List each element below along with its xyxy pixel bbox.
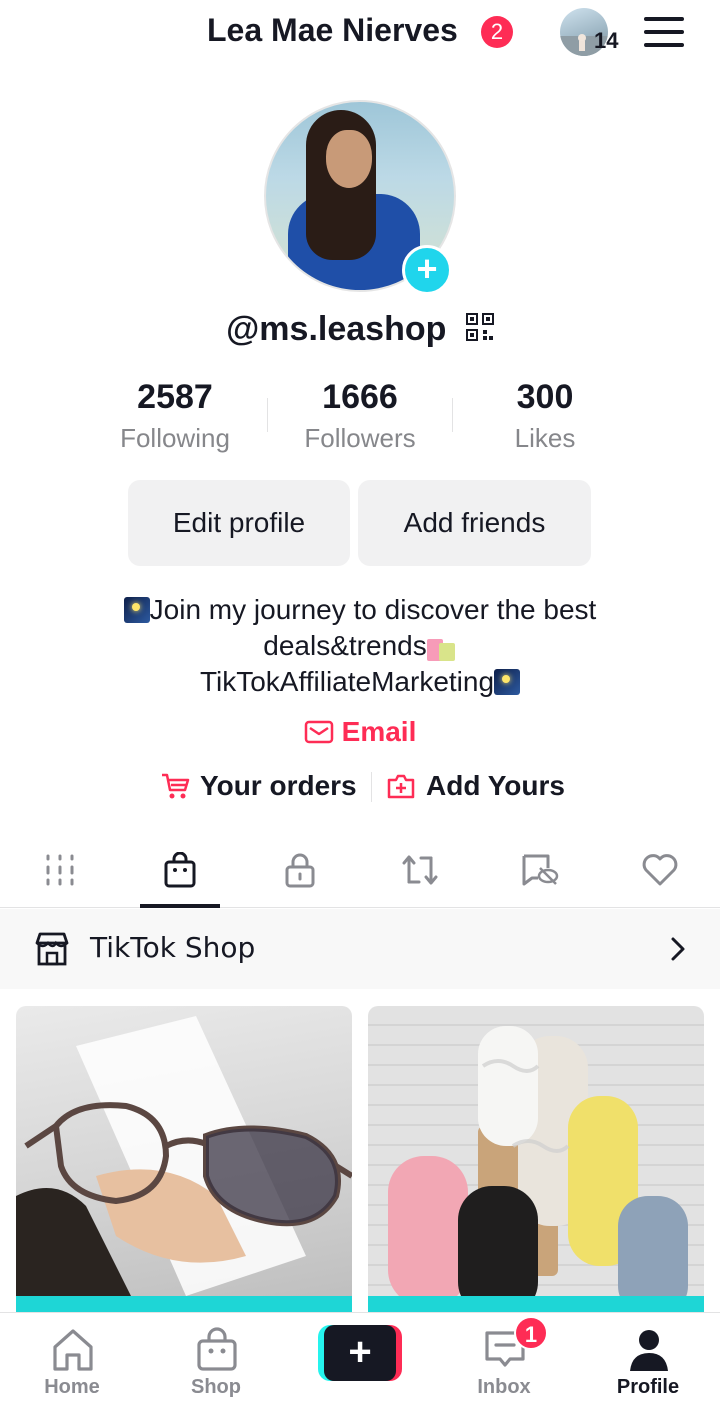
add-yours-link[interactable]: Add Yours <box>386 770 565 802</box>
cart-icon <box>162 773 190 799</box>
likes-label: Likes <box>514 423 576 453</box>
followers-count: 1666 <box>322 378 398 416</box>
email-label: Email <box>341 716 417 747</box>
mail-icon <box>304 720 333 744</box>
product-card-bar <box>16 1296 352 1312</box>
edit-profile-button[interactable]: Edit profile <box>128 480 350 566</box>
repost-icon <box>402 855 438 885</box>
account-notification-badge: 2 <box>481 16 513 48</box>
followers-stat[interactable]: 1666 Followers <box>270 378 450 454</box>
sandals-image <box>388 1026 688 1312</box>
profile-name-title[interactable]: Lea Mae Nierves <box>207 12 458 49</box>
email-link[interactable]: Email <box>0 716 720 748</box>
lock-icon <box>285 853 315 888</box>
your-orders-link[interactable]: Your orders <box>160 770 357 802</box>
tiktok-shop-label: TikTok Shop <box>90 931 256 964</box>
shopping-bag-icon <box>164 852 196 888</box>
following-label: Following <box>120 423 230 453</box>
storefront-icon <box>35 932 69 966</box>
shop-icon <box>197 1327 237 1371</box>
grid-icon <box>46 854 74 886</box>
home-icon <box>53 1329 93 1371</box>
orders-divider <box>371 772 372 802</box>
bio-line-3: TikTokAffiliateMarketing <box>199 666 495 697</box>
username-row: @ms.leashop <box>0 308 720 349</box>
qr-code-icon[interactable] <box>465 313 494 342</box>
shopping-bags-emoji-icon <box>426 633 457 661</box>
likes-stat[interactable]: 300 Likes <box>455 378 635 454</box>
tab-videos[interactable] <box>20 832 100 908</box>
add-photo-plus-icon[interactable]: + <box>402 245 452 295</box>
bio-line-1: Join my journey to discover the best <box>149 594 597 625</box>
hamburger-menu-icon[interactable] <box>644 17 684 47</box>
active-tab-indicator <box>140 904 220 908</box>
tab-hidden[interactable] <box>500 832 580 908</box>
account-switch-count: 14 <box>594 28 619 53</box>
tab-reposts[interactable] <box>380 832 460 908</box>
night-sky-emoji-icon <box>123 597 150 623</box>
bio-text: Join my journey to discover the best dea… <box>0 592 720 700</box>
stat-divider <box>267 398 268 432</box>
content-tabs <box>0 832 720 908</box>
profile-icon <box>630 1330 668 1371</box>
likes-count: 300 <box>516 378 574 416</box>
nav-profile[interactable]: Profile <box>588 1313 708 1411</box>
top-header: Lea Mae Nierves 2 14 <box>0 0 720 68</box>
chevron-right-icon <box>671 937 685 961</box>
tiktok-shop-row[interactable]: TikTok Shop <box>0 909 720 989</box>
nav-home-label: Home <box>44 1376 100 1398</box>
create-post-button[interactable]: + <box>318 1325 402 1381</box>
following-count: 2587 <box>137 378 213 416</box>
night-sky-emoji-icon <box>494 669 521 695</box>
tab-shop[interactable] <box>140 832 220 908</box>
nav-shop[interactable]: Shop <box>156 1313 276 1411</box>
tab-liked[interactable] <box>620 832 700 908</box>
username: @ms.leashop <box>226 309 447 348</box>
nav-profile-label: Profile <box>616 1376 680 1398</box>
add-yours-icon <box>387 774 415 799</box>
tab-private[interactable] <box>260 832 340 908</box>
hidden-icon <box>522 854 559 886</box>
nav-home[interactable]: Home <box>12 1313 132 1411</box>
product-card-sunglasses[interactable] <box>16 1006 352 1312</box>
inbox-badge: 1 <box>514 1316 548 1350</box>
heart-icon <box>642 854 678 886</box>
bottom-navigation: Home Shop + Inbox Profile <box>0 1312 720 1411</box>
add-friends-button[interactable]: Add friends <box>358 480 591 566</box>
add-yours-label: Add Yours <box>426 770 565 801</box>
following-stat[interactable]: 2587 Following <box>85 378 265 454</box>
sunglasses-image <box>16 1016 352 1306</box>
nav-inbox-label: Inbox <box>477 1376 531 1398</box>
product-card-sandals[interactable] <box>368 1006 704 1312</box>
stat-divider <box>452 398 453 432</box>
product-card-bar <box>368 1296 704 1312</box>
plus-icon: + <box>324 1325 396 1381</box>
nav-shop-label: Shop <box>191 1376 241 1398</box>
your-orders-label: Your orders <box>200 770 357 801</box>
followers-label: Followers <box>304 423 416 453</box>
bio-line-2: deals&trends <box>263 630 427 661</box>
